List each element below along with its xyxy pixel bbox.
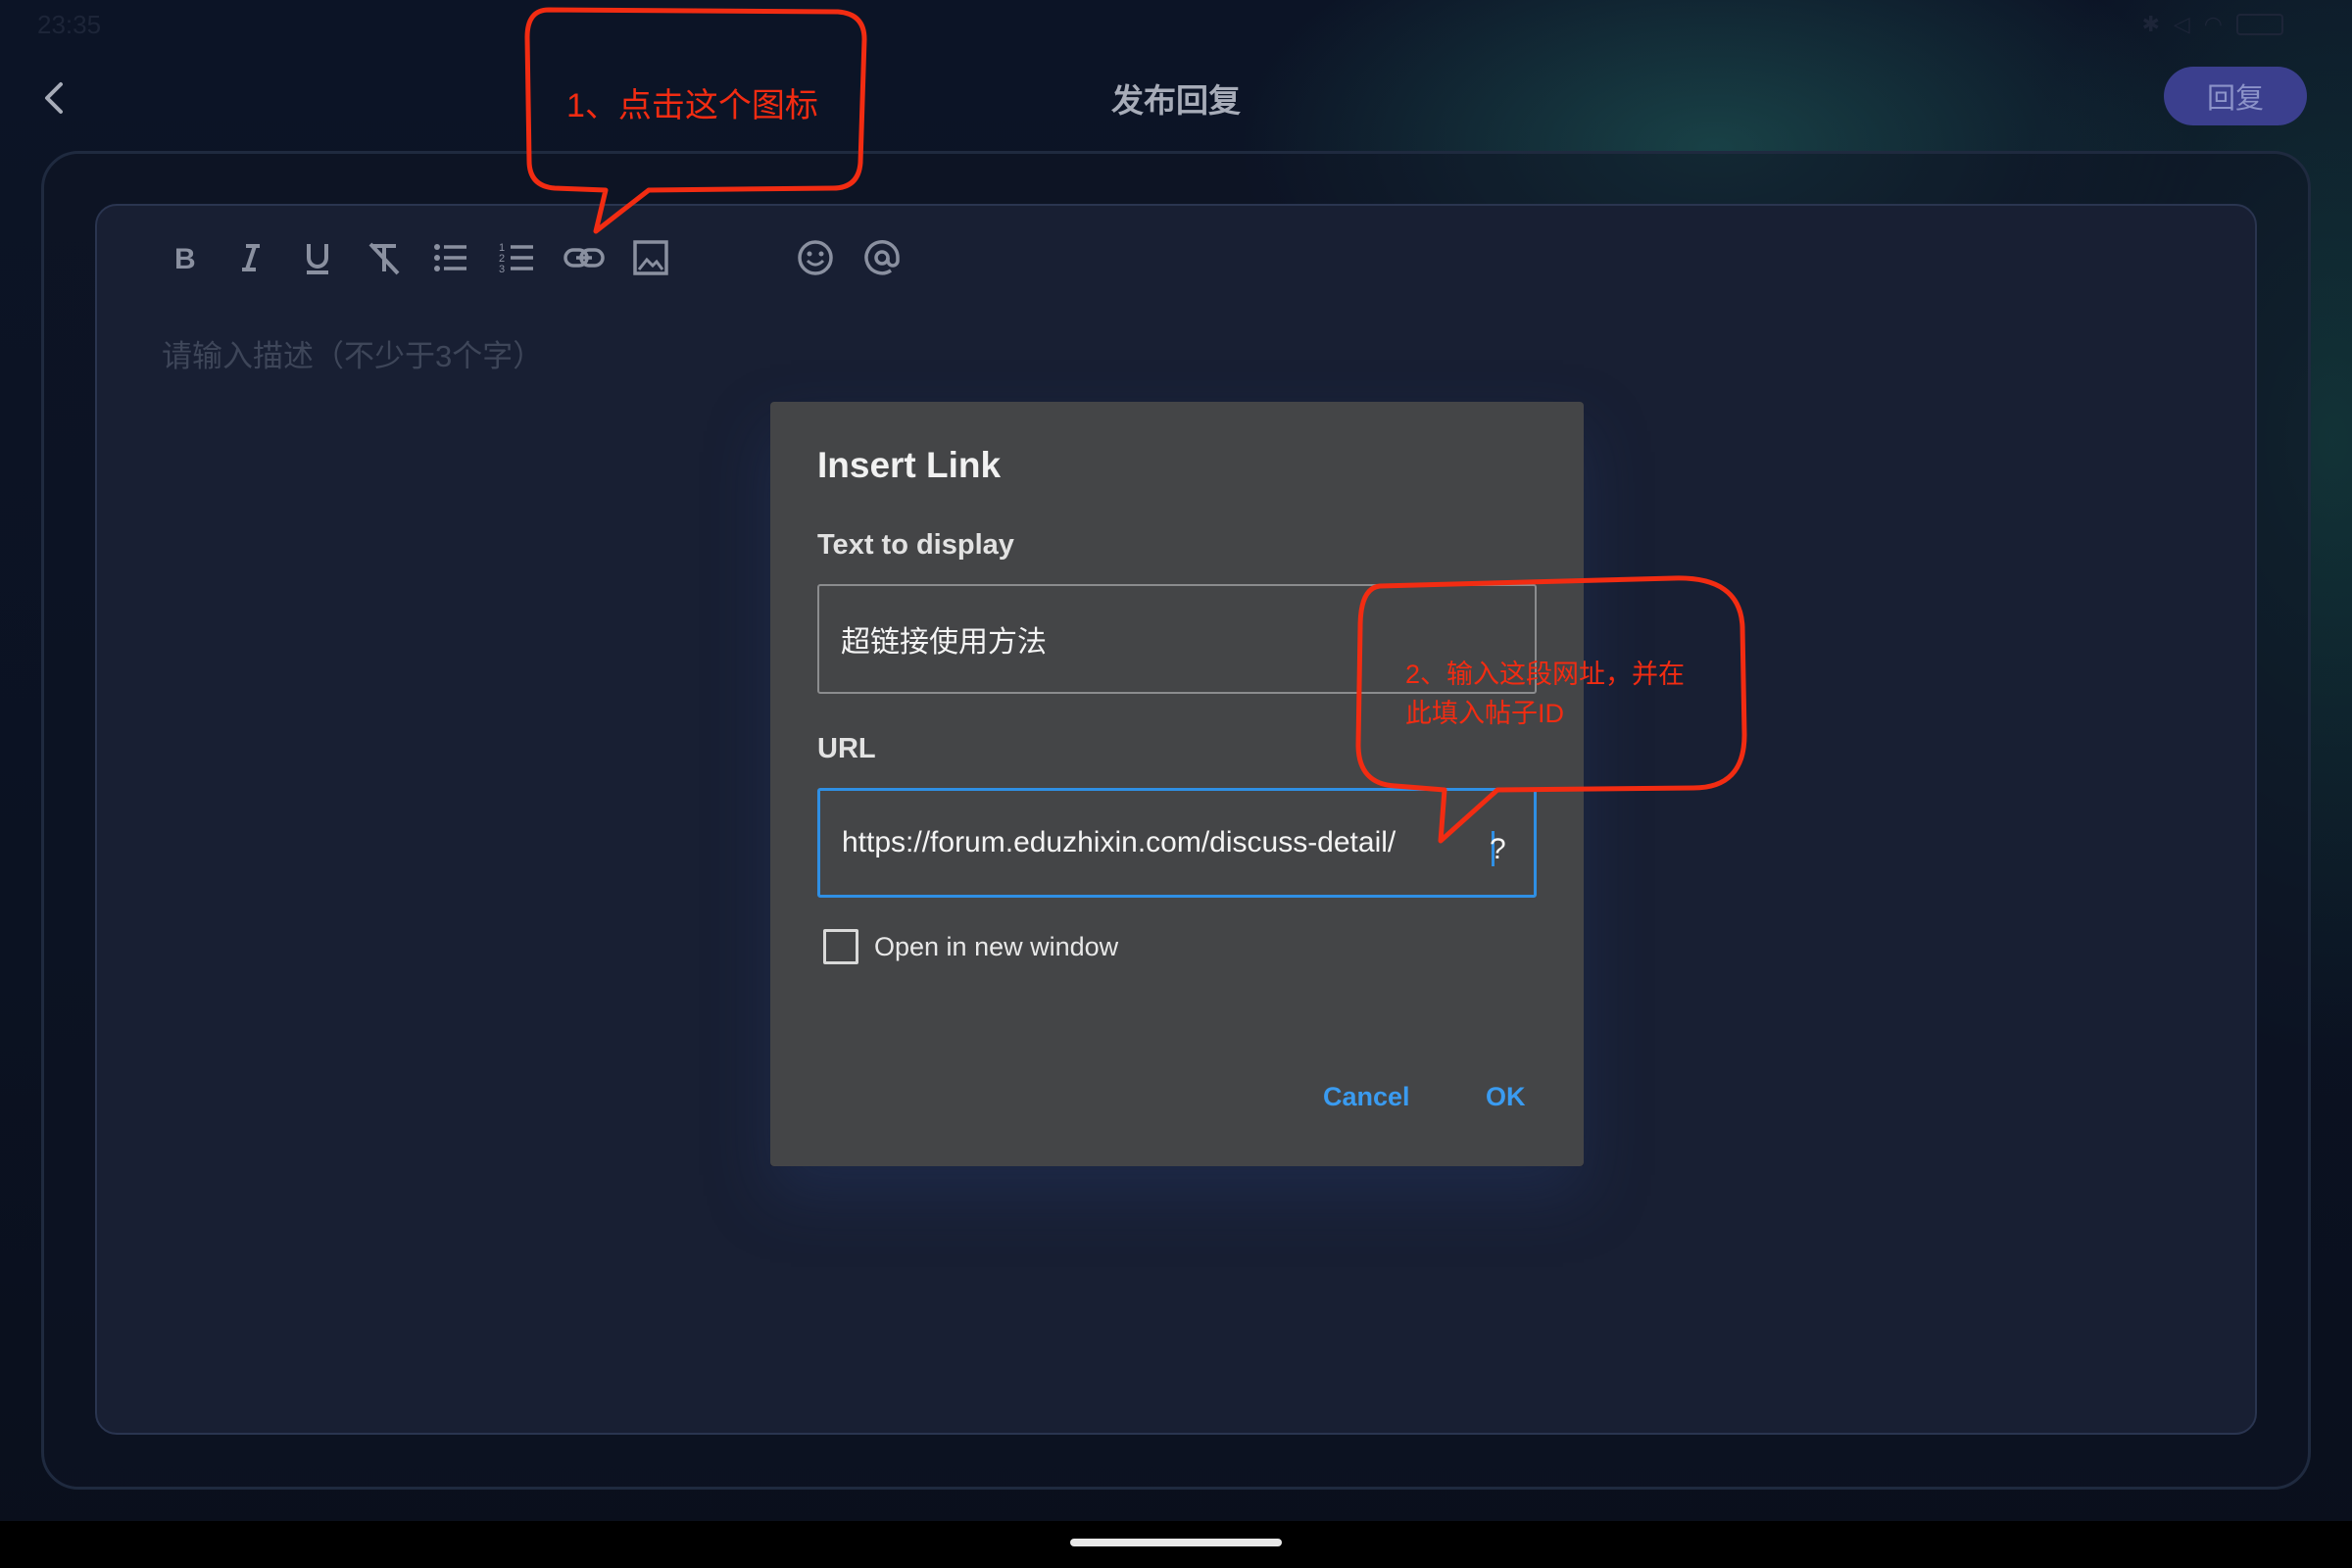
url-label: URL [817, 733, 876, 764]
svg-text:B: B [174, 243, 196, 275]
wifi-icon: ◠ [2203, 12, 2223, 36]
mute-icon: ◁ [2173, 12, 2190, 36]
ok-button[interactable]: OK [1486, 1082, 1526, 1112]
bullet-list-button[interactable] [423, 230, 478, 285]
back-button[interactable] [29, 69, 78, 127]
annotation-callout-1 [524, 7, 867, 234]
italic-button[interactable] [223, 230, 278, 285]
bold-icon: B [174, 243, 196, 275]
cancel-button[interactable]: Cancel [1323, 1082, 1410, 1112]
editor-placeholder: 请输入描述（不少于3个字） [162, 339, 544, 373]
annotation-callout-2 [1355, 575, 1747, 844]
screen: 23:35 ✱ ◁ ◠ 发布回复 回复 B 1 2 3 请输入描述（不少于3个字… [0, 0, 2352, 1568]
bullet-list-icon [434, 244, 466, 271]
dialog-title: Insert Link [817, 445, 1002, 485]
bold-button[interactable]: B [157, 230, 212, 285]
svg-text:3: 3 [499, 264, 505, 275]
bluetooth-icon: ✱ [2141, 12, 2160, 36]
home-indicator[interactable] [1070, 1539, 1282, 1546]
open-new-window-checkbox[interactable] [823, 929, 858, 964]
battery-icon [2236, 14, 2283, 35]
italic-icon [242, 244, 260, 271]
open-new-window-label: Open in new window [874, 932, 1119, 961]
underline-icon [307, 244, 328, 274]
text-to-display-label: Text to display [817, 529, 1014, 561]
chevron-left-icon [45, 82, 63, 114]
clear-format-icon [368, 242, 400, 275]
status-time: 23:35 [37, 10, 102, 39]
underline-button[interactable] [290, 230, 345, 285]
page-title: 发布回复 [1111, 82, 1241, 119]
reply-button[interactable]: 回复 [2164, 67, 2307, 125]
clear-format-button[interactable] [357, 230, 412, 285]
status-icons: ✱ ◁ ◠ [2141, 12, 2283, 37]
